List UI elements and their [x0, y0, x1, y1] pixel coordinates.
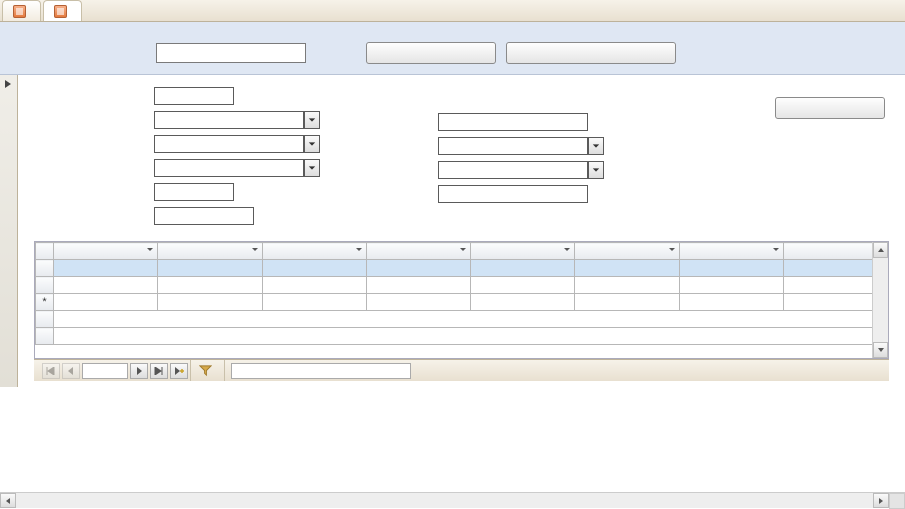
col-place[interactable] [262, 243, 366, 260]
bottom-horizontal-scrollbar[interactable] [0, 492, 905, 508]
scrollbar-track[interactable] [16, 493, 873, 508]
search-button[interactable] [366, 42, 496, 64]
scroll-right-icon[interactable] [873, 493, 889, 508]
sort-icon[interactable] [355, 245, 363, 257]
reg-date-input[interactable] [154, 207, 254, 225]
tab-button-form[interactable] [2, 0, 41, 21]
code-owner-input[interactable] [154, 111, 304, 129]
show-all-button[interactable] [506, 42, 676, 64]
table-row-empty [36, 328, 888, 345]
nav-first-button[interactable] [42, 363, 60, 379]
sort-icon[interactable] [563, 245, 571, 257]
model-input[interactable] [438, 185, 588, 203]
col-dtp-type[interactable] [158, 243, 262, 260]
gosnomer-search-input[interactable] [156, 43, 306, 63]
year-input[interactable] [154, 183, 234, 201]
detail-section: * [18, 75, 905, 387]
table-row-new[interactable]: * [36, 294, 888, 311]
sort-icon[interactable] [251, 245, 259, 257]
row-selector[interactable] [36, 277, 54, 294]
sort-icon[interactable] [772, 245, 780, 257]
owner-button[interactable] [775, 97, 885, 119]
sort-icon[interactable] [146, 245, 154, 257]
code-ts-input[interactable] [154, 87, 234, 105]
table-row[interactable] [36, 277, 888, 294]
col-time[interactable] [471, 243, 575, 260]
nav-next-button[interactable] [130, 363, 148, 379]
subform-table: * [34, 241, 889, 359]
form-icon [54, 5, 67, 18]
scroll-corner [889, 493, 905, 509]
sort-icon[interactable] [668, 245, 676, 257]
brand-input[interactable] [438, 161, 588, 179]
nav-new-button[interactable] [170, 363, 188, 379]
record-navigator [34, 359, 889, 381]
recnav-position[interactable] [82, 363, 128, 379]
table-row-empty [36, 311, 888, 328]
col-owner[interactable] [54, 243, 158, 260]
col-date[interactable] [575, 243, 679, 260]
type-input[interactable] [438, 137, 588, 155]
brand-dropdown[interactable] [588, 161, 604, 179]
category-input[interactable] [154, 135, 304, 153]
col-ts-code[interactable] [679, 243, 783, 260]
color-input[interactable] [154, 159, 304, 177]
record-selector-gutter[interactable] [0, 75, 18, 387]
select-all-rows[interactable] [36, 243, 54, 260]
type-dropdown[interactable] [588, 137, 604, 155]
scroll-up-icon[interactable] [873, 242, 888, 258]
scroll-left-icon[interactable] [0, 493, 16, 508]
recnav-search-input[interactable] [231, 363, 411, 379]
tab-vehicles[interactable] [43, 0, 82, 21]
funnel-icon [199, 364, 212, 377]
recnav-search[interactable] [231, 363, 411, 379]
category-dropdown[interactable] [304, 135, 320, 153]
sort-icon[interactable] [459, 245, 467, 257]
nav-last-button[interactable] [150, 363, 168, 379]
scroll-down-icon[interactable] [873, 342, 888, 358]
color-dropdown[interactable] [304, 159, 320, 177]
new-row-marker: * [36, 294, 54, 311]
code-owner-dropdown[interactable] [304, 111, 320, 129]
subform-vertical-scrollbar[interactable] [872, 242, 888, 358]
tabs-bar [0, 0, 905, 22]
form-header [0, 22, 905, 75]
form-icon [13, 5, 26, 18]
row-selector[interactable] [36, 260, 54, 277]
table-row[interactable] [36, 260, 888, 277]
filter-indicator[interactable] [190, 360, 225, 381]
gosnomer-input[interactable] [438, 113, 588, 131]
nav-prev-button [62, 363, 80, 379]
col-desc[interactable] [366, 243, 470, 260]
